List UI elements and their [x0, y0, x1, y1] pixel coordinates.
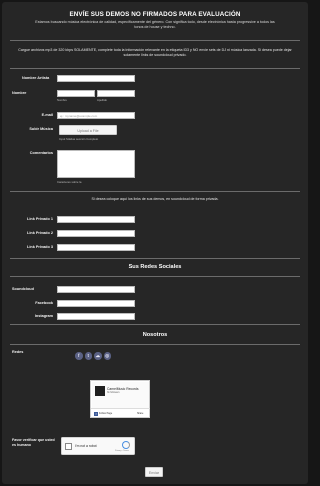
private-link-2-label: Link Privado 2 — [27, 231, 53, 235]
private-links-note: Si desea coloque aquí los links de sus d… — [91, 197, 219, 201]
private-link-3-label: Link Privado 3 — [27, 245, 53, 249]
email-label: E-mail — [41, 113, 53, 117]
comments-textarea[interactable] — [57, 150, 135, 178]
instagram-input[interactable] — [57, 313, 135, 320]
artist-name-label: Nombre Artista — [22, 76, 50, 80]
upload-file-button[interactable]: Upload a File — [59, 125, 117, 135]
email-input[interactable]: ej.: myname@example.com — [57, 112, 135, 119]
facebook-label: Facebook — [35, 301, 53, 305]
upload-music-label: Subir Música — [29, 127, 53, 131]
facebook-input[interactable] — [57, 300, 135, 307]
form-card: ENVÍE SUS DEMOS NO FIRMADOS PARA EVALUAC… — [2, 2, 308, 484]
networks-label: Redes — [12, 350, 24, 354]
instagram-label: Instagram — [34, 314, 53, 318]
first-name-input[interactable] — [57, 90, 95, 97]
soundcloud-icon[interactable]: ☁ — [94, 352, 102, 360]
fb-followers: 3k followers — [107, 391, 120, 394]
divider — [10, 324, 300, 325]
name-label: Nombre — [12, 91, 27, 95]
about-heading: Nosotros — [142, 332, 168, 338]
twitter-icon[interactable]: t — [84, 352, 92, 360]
recaptcha-checkbox[interactable] — [65, 443, 72, 450]
divider — [10, 40, 300, 41]
first-name-sublabel: Nombre — [57, 97, 67, 102]
soundcloud-label: Soundcloud — [12, 287, 34, 291]
divider — [10, 344, 300, 345]
facebook-icon[interactable]: f — [75, 352, 83, 360]
private-link-1-input[interactable] — [57, 216, 135, 223]
divider — [10, 191, 300, 192]
submit-button[interactable]: Enviar — [145, 467, 163, 477]
upload-sublabel: Input Sólidas sección Completo — [59, 136, 99, 141]
private-link-3-input[interactable] — [57, 244, 135, 251]
divider — [10, 68, 300, 69]
upload-instructions: Cargue archivos mp3 de 320 kbps SOLAMENT… — [18, 48, 292, 58]
page: ENVÍE SUS DEMOS NO FIRMADOS PARA EVALUAC… — [0, 0, 310, 486]
last-name-sublabel: Apellido — [97, 97, 107, 102]
label-logo — [95, 386, 105, 396]
fb-share-button[interactable]: Share — [137, 412, 143, 415]
facebook-page-widget[interactable]: CarnelMusic Records 3k followers f Follo… — [90, 380, 150, 418]
form-subtitle: Estamos buscando música electrónica de c… — [35, 20, 275, 30]
verify-label: Favor verificar que usted es humano — [12, 438, 55, 447]
recaptcha-label: I'm not a robot — [75, 444, 97, 448]
social-heading: Sus Redes Sociales — [128, 264, 182, 270]
soundcloud-input[interactable] — [57, 286, 135, 293]
form-title: ENVÍE SUS DEMOS NO FIRMADOS PARA EVALUAC… — [69, 11, 241, 18]
fb-widget-cover: CarnelMusic Records 3k followers — [92, 382, 149, 408]
facebook-icon: f — [94, 412, 98, 416]
recaptcha-logo-icon — [122, 441, 130, 449]
artist-name-input[interactable] — [57, 75, 135, 82]
divider — [10, 258, 300, 259]
fb-widget-actions: f Follow Page Share — [91, 408, 150, 419]
divider — [10, 276, 300, 277]
private-link-1-label: Link Privado 1 — [27, 217, 53, 221]
comments-sublabel: Caracteres sobre la — [57, 179, 82, 184]
private-link-2-input[interactable] — [57, 230, 135, 237]
recaptcha-privacy[interactable]: Privacy - Terms — [115, 450, 129, 452]
recaptcha-widget: I'm not a robot Privacy - Terms — [61, 437, 135, 455]
instagram-icon[interactable]: ◎ — [103, 352, 111, 360]
comments-label: Comentarios — [29, 151, 53, 155]
last-name-input[interactable] — [97, 90, 135, 97]
fb-follow-button[interactable]: Follow Page — [99, 412, 112, 415]
